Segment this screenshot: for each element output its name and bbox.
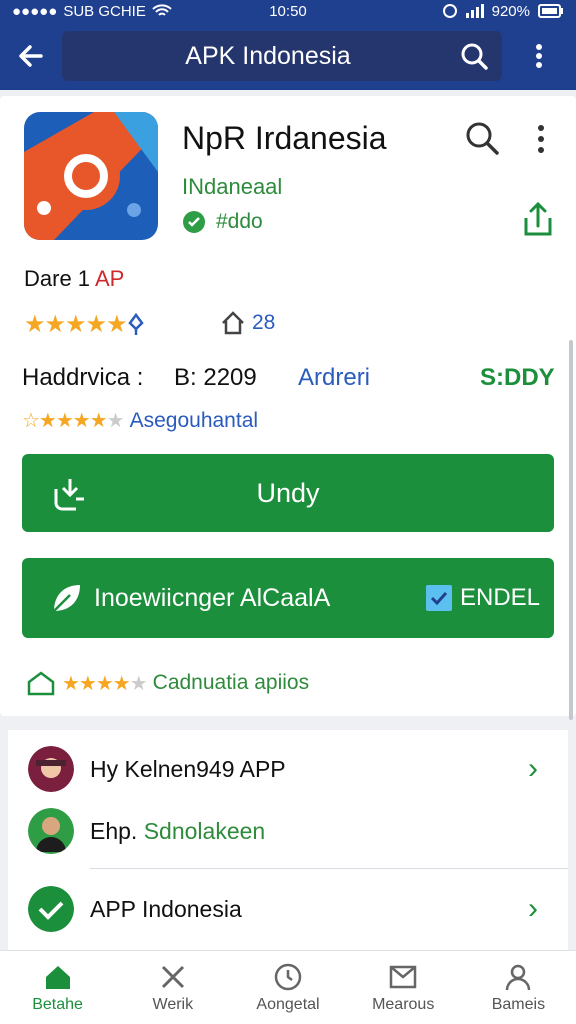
meta-status: S:DDY [480, 364, 555, 391]
house-icon [222, 311, 244, 335]
list-item[interactable]: Ehp. Sdnolakeen [8, 806, 568, 856]
install-button[interactable]: Undy [22, 454, 554, 532]
meta-platform[interactable]: Ardreri [298, 364, 370, 392]
tab-profile[interactable]: Bameis [461, 951, 576, 1024]
search-icon[interactable] [460, 42, 488, 70]
app-logo-icon [24, 112, 158, 240]
battery-percent: 920% [491, 2, 530, 20]
signal-dots-icon: ●●●●● [12, 2, 58, 20]
tab-label: Mearous [372, 995, 435, 1013]
overflow-menu-button[interactable] [502, 22, 576, 90]
user-icon [506, 964, 531, 990]
more-vertical-icon [538, 125, 544, 153]
list-item[interactable]: Hy Kelnen949 APP › [8, 744, 568, 794]
chevron-right-icon: › [528, 752, 538, 785]
tertiary-rating-label[interactable]: Cadnuatia apiios [153, 671, 309, 695]
list-divider [90, 868, 568, 869]
related-list: Hy Kelnen949 APP › Ehp. Sdnolakeen APP I… [8, 730, 568, 950]
list-item-prefix: Ehp. [90, 817, 138, 844]
tab-label: Aongetal [256, 995, 320, 1013]
meta-version: B: 2209 [174, 364, 257, 391]
cell-signal-icon [465, 4, 484, 18]
home-icon [45, 965, 70, 989]
inbox-icon [389, 965, 417, 988]
verified-badge: #ddo [182, 210, 263, 234]
list-item[interactable]: APP Indonesia › [8, 884, 568, 934]
tab-inbox[interactable]: Mearous [346, 951, 461, 1024]
open-button-tail-label: ENDEL [460, 584, 541, 611]
open-button-tail: ENDEL [426, 584, 540, 612]
tertiary-rating: ★★★★★ Cadnuatia apiios [26, 670, 309, 696]
house-outline-icon [27, 671, 55, 696]
checkbox-icon [426, 585, 452, 611]
tools-icon [161, 965, 184, 988]
list-item-highlight: Sdnolakeen [143, 817, 266, 844]
verified-label: #ddo [216, 210, 263, 233]
avatar [28, 886, 74, 932]
bottom-nav: Betahe Werik Aongetal Mearous Bameis [0, 950, 576, 1024]
date-tag: AP [94, 266, 125, 291]
carrier-label: SUB GCHIE [63, 2, 146, 20]
tab-label: Werik [152, 995, 194, 1013]
clock-icon [274, 963, 302, 990]
clock: 10:50 [269, 2, 307, 20]
more-vertical-icon [536, 44, 542, 68]
battery-icon [538, 4, 563, 18]
tertiary-stars: ★★★★★ [62, 672, 148, 695]
wifi-icon [152, 4, 172, 16]
search-icon [466, 122, 499, 155]
card-overflow-button[interactable] [524, 122, 558, 162]
arrow-left-icon [19, 45, 43, 67]
app-bar-title: APK Indonesia [185, 41, 351, 70]
alarm-icon [442, 4, 457, 18]
star-rating: ★★★★★ [24, 311, 128, 338]
back-button[interactable] [0, 22, 62, 90]
pin-icon [127, 312, 144, 335]
leaf-icon [53, 585, 80, 612]
search-bar[interactable]: APK Indonesia [62, 31, 502, 81]
release-date: Dare 1 AP [24, 266, 124, 292]
share-button[interactable] [520, 200, 556, 238]
tab-tools[interactable]: Werik [115, 951, 230, 1024]
download-count: 28 [220, 310, 275, 336]
list-item-text: Hy Kelnen949 APP [90, 755, 286, 782]
rating-row: ★★★★★ [24, 310, 145, 339]
tab-activity[interactable]: Aongetal [230, 951, 345, 1024]
open-button[interactable]: Inoewiicnger AlCaalA ENDEL [22, 558, 554, 638]
tab-label: Bameis [491, 995, 546, 1013]
meta-left: Haddrvica : [22, 364, 144, 391]
open-button-label: Inoewiicnger AlCaalA [94, 583, 331, 612]
install-button-label: Undy [256, 477, 320, 508]
tab-label: Betahe [32, 995, 83, 1013]
secondary-rating-label[interactable]: Asegouhantal [130, 409, 258, 433]
avatar [28, 746, 74, 792]
check-circle-icon [183, 211, 205, 233]
date-label: Dare 1 [24, 266, 91, 291]
chevron-right-icon: › [528, 892, 538, 925]
secondary-rating: ☆★★★★★ Asegouhantal [22, 408, 258, 433]
share-icon [524, 201, 552, 236]
status-bar: ●●●●● SUB GCHIE 10:50 920% [0, 0, 576, 22]
app-detail-card: NpR Irdanesia INdaneaal #ddo Dare 1 AP ★… [0, 96, 576, 716]
list-item-text: Ehp. Sdnolakeen [90, 818, 265, 845]
download-count-value: 28 [252, 311, 276, 334]
secondary-stars: ☆★★★★★ [22, 410, 125, 432]
developer-link[interactable]: INdaneaal [182, 174, 282, 200]
scrollbar[interactable] [569, 340, 573, 720]
card-search-button[interactable] [464, 120, 504, 160]
avatar [28, 808, 74, 854]
tab-home[interactable]: Betahe [0, 951, 115, 1024]
app-name: NpR Irdanesia [182, 120, 387, 156]
meta-row: Haddrvica : B: 2209 Ardreri S:DDY [22, 364, 555, 396]
app-bar: APK Indonesia [0, 22, 576, 90]
list-item-text: APP Indonesia [90, 895, 242, 922]
